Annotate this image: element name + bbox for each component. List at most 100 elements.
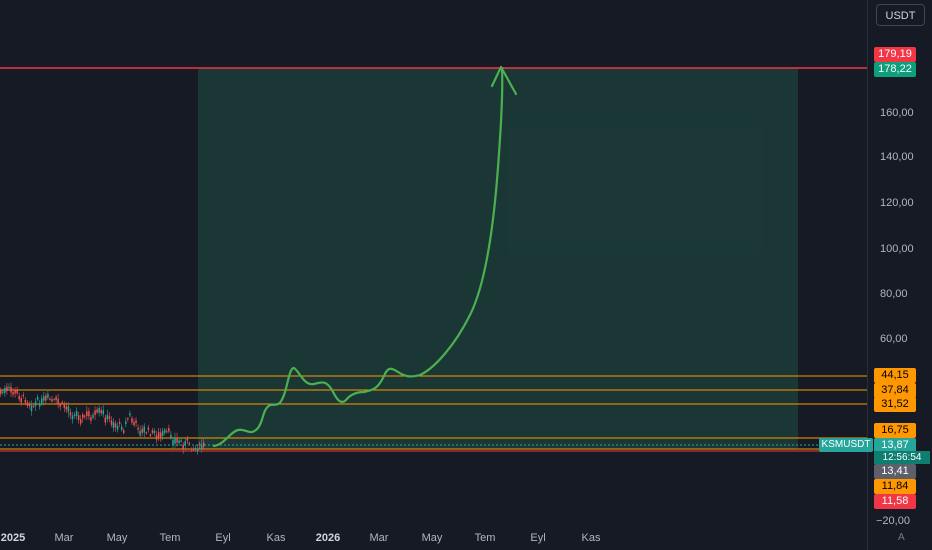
candle	[96, 409, 98, 413]
time-label-tem-2025: Tem	[159, 532, 181, 544]
candle	[22, 394, 25, 397]
candle	[79, 419, 82, 424]
candle	[129, 413, 131, 416]
candle	[10, 386, 12, 393]
candle	[69, 412, 72, 416]
time-label-tem-2026: Tem	[474, 532, 496, 544]
candle	[110, 420, 113, 425]
candle	[200, 444, 203, 450]
candle	[2, 391, 4, 393]
candle	[127, 418, 129, 420]
candle	[90, 417, 92, 421]
candle	[172, 439, 174, 445]
currency-button[interactable]: USDT	[876, 4, 925, 26]
candle	[100, 410, 102, 414]
price-badge-44-15: 44,15	[874, 368, 916, 383]
candle	[123, 430, 125, 434]
candle	[98, 408, 100, 413]
candle	[137, 427, 139, 430]
candle	[186, 438, 189, 441]
candle	[43, 396, 45, 401]
candle	[86, 411, 88, 416]
time-label-kas-2025: Kas	[266, 532, 286, 544]
candle	[106, 414, 109, 420]
price-tick-140: 140,00	[880, 151, 914, 163]
candle	[53, 398, 55, 400]
candle	[41, 398, 43, 404]
candle	[190, 448, 193, 450]
candle	[61, 401, 63, 404]
candle	[157, 432, 160, 438]
candle	[0, 390, 2, 394]
candle	[188, 442, 191, 444]
candle	[192, 448, 195, 451]
candles-group	[0, 382, 205, 455]
candle	[141, 428, 143, 433]
candle	[20, 398, 22, 403]
candle	[8, 386, 10, 389]
candle	[67, 406, 70, 412]
candle	[55, 396, 57, 401]
candle	[149, 434, 152, 436]
candle	[143, 426, 145, 433]
candle	[161, 430, 164, 436]
time-label-may-2025: May	[106, 532, 128, 544]
candle	[125, 421, 127, 425]
candle	[196, 448, 199, 452]
candle	[36, 396, 39, 400]
candle	[51, 399, 53, 402]
candle	[59, 404, 61, 407]
time-label-eyl-2025: Eyl	[215, 532, 231, 544]
candle	[49, 398, 51, 400]
symbol-tag: KSMUSDT	[819, 438, 873, 452]
candle	[30, 405, 33, 412]
price-tick-60: 60,00	[880, 333, 908, 345]
candle	[139, 430, 141, 436]
candle	[155, 435, 158, 440]
candle	[168, 428, 170, 432]
candle	[45, 395, 47, 401]
price-tick-minus-20: −20,00	[876, 515, 910, 527]
candle	[57, 398, 59, 404]
time-label-2025: 2025	[0, 532, 26, 544]
candle	[135, 420, 137, 424]
candle	[159, 432, 162, 438]
price-badge-37-84: 37,84	[874, 383, 916, 398]
time-label-may-2026: May	[421, 532, 443, 544]
chart-plot-area[interactable]	[0, 0, 867, 525]
price-badge-31-52: 31,52	[874, 397, 916, 412]
candle	[194, 447, 197, 450]
candle	[16, 390, 18, 394]
candle	[34, 401, 37, 406]
price-tick-80: 80,00	[880, 288, 908, 300]
price-tick-100: 100,00	[880, 243, 914, 255]
candle	[75, 411, 78, 416]
countdown-badge: 12:56:54	[874, 451, 930, 464]
candle	[153, 430, 156, 434]
price-badge-11-84: 11,84	[874, 479, 916, 494]
candle	[84, 415, 86, 417]
candle	[24, 399, 27, 403]
price-badge-zone-top: 178,22	[874, 62, 916, 77]
candle	[116, 425, 119, 430]
candle	[120, 426, 123, 430]
candle	[18, 395, 20, 400]
candle	[38, 403, 41, 407]
candle	[28, 404, 31, 406]
time-label-kas-2026: Kas	[581, 532, 601, 544]
candle	[77, 415, 80, 420]
candle	[147, 427, 150, 430]
candle	[71, 415, 74, 420]
candle	[133, 421, 135, 426]
auto-scale-button[interactable]: A	[898, 532, 905, 543]
candle	[4, 387, 6, 393]
candle	[202, 442, 205, 447]
candle	[176, 437, 178, 443]
price-tick-160: 160,00	[880, 107, 914, 119]
candle	[6, 386, 8, 392]
candle	[145, 432, 148, 434]
candle	[118, 422, 121, 424]
candle	[182, 444, 184, 449]
time-label-eyl-2026: Eyl	[530, 532, 546, 544]
candle	[14, 389, 16, 394]
